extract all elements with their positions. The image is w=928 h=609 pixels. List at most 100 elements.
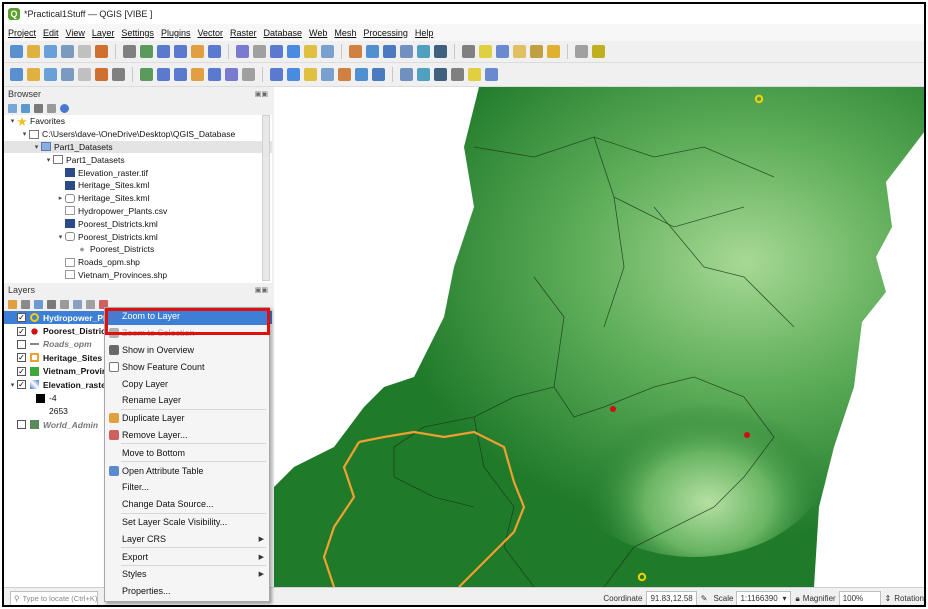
info-icon[interactable] xyxy=(60,103,69,113)
zoom-next-icon[interactable] xyxy=(287,45,300,58)
edit-icon[interactable] xyxy=(27,68,40,81)
label-change-icon[interactable] xyxy=(400,68,413,81)
expand-arrow-icon[interactable]: ▾ xyxy=(44,156,53,164)
copy-icon[interactable] xyxy=(225,68,238,81)
node-icon[interactable] xyxy=(174,68,187,81)
new-project-icon[interactable] xyxy=(10,45,23,58)
label-icon[interactable] xyxy=(592,45,605,58)
coordinate-field[interactable]: 91.83,12.58 xyxy=(646,591,697,605)
menu-layer[interactable]: Layer xyxy=(92,28,115,38)
label-show-icon[interactable] xyxy=(321,68,334,81)
menu-item-layer-crs[interactable]: Layer CRS ▶ xyxy=(105,530,269,547)
new-map-view-icon[interactable] xyxy=(304,45,317,58)
menu-item-remove-layer[interactable]: Remove Layer... xyxy=(105,427,269,444)
measure-icon[interactable] xyxy=(462,45,475,58)
layer-visibility-checkbox[interactable]: ✓ xyxy=(17,380,26,390)
browser-item[interactable]: ▾ Part1_Datasets xyxy=(4,140,272,154)
layer-visibility-checkbox[interactable] xyxy=(17,420,26,430)
menu-item-styles[interactable]: Styles ▶ xyxy=(105,566,269,583)
browser-item[interactable]: Poorest_Districts.kml xyxy=(4,217,272,230)
label-hide-icon[interactable] xyxy=(434,68,447,81)
layer-visibility-checkbox[interactable]: ✓ xyxy=(17,353,26,363)
label-pin2-icon[interactable] xyxy=(417,68,430,81)
collapse-all-layers-icon[interactable] xyxy=(86,299,95,309)
menu-item-show-feature-count[interactable]: Show Feature Count xyxy=(105,358,269,375)
poorest-district-marker[interactable] xyxy=(744,432,750,438)
menu-database[interactable]: Database xyxy=(264,28,303,38)
new-layer-icon[interactable] xyxy=(44,68,57,81)
expand-arrow-icon[interactable]: ▾ xyxy=(32,143,41,151)
save-project-icon[interactable] xyxy=(44,45,57,58)
menu-edit[interactable]: Edit xyxy=(43,28,59,38)
expand-arrow-icon[interactable]: ▾ xyxy=(20,130,29,138)
open-project-icon[interactable] xyxy=(27,45,40,58)
menu-item-rename-layer[interactable]: Rename Layer xyxy=(105,392,269,409)
layer-visibility-checkbox[interactable]: ✓ xyxy=(17,326,26,336)
menu-item-zoom-to-layer[interactable]: Zoom to Layer xyxy=(105,308,269,325)
menu-settings[interactable]: Settings xyxy=(121,28,154,38)
zoom-native-icon[interactable] xyxy=(253,45,266,58)
menu-item-show-in-overview[interactable]: Show in Overview xyxy=(105,342,269,359)
zoom-in-icon[interactable] xyxy=(157,45,170,58)
zoom-full-icon[interactable] xyxy=(191,45,204,58)
layer-select-icon[interactable] xyxy=(547,45,560,58)
menu-view[interactable]: View xyxy=(66,28,85,38)
menu-item-duplicate-layer[interactable]: Duplicate Layer xyxy=(105,410,269,427)
scale-field[interactable]: 1:1166390 ▾ xyxy=(736,591,791,605)
panel-float-close-icon[interactable]: ▣▣ xyxy=(255,90,272,98)
pencil-icon[interactable] xyxy=(61,68,74,81)
layers-panel-float-close-icon[interactable]: ▣▣ xyxy=(255,286,272,294)
browser-item[interactable]: Heritage_Sites.kml xyxy=(4,179,272,192)
expand-arrow-icon[interactable]: ▾ xyxy=(8,117,17,125)
magnifier-field[interactable]: 100% xyxy=(838,591,881,605)
menu-mesh[interactable]: Mesh xyxy=(334,28,356,38)
menu-vector[interactable]: Vector xyxy=(197,28,223,38)
menu-processing[interactable]: Processing xyxy=(363,28,408,38)
expand-arrow-icon[interactable]: ▾ xyxy=(8,381,17,389)
menu-item-move-to-bottom[interactable]: Move to Bottom xyxy=(105,444,269,461)
filter-icon[interactable] xyxy=(34,103,43,113)
save-edits-icon[interactable] xyxy=(78,68,91,81)
manage-themes-icon[interactable] xyxy=(34,299,43,309)
menu-item-export[interactable]: Export ▶ xyxy=(105,548,269,565)
menu-item-filter[interactable]: Filter... xyxy=(105,479,269,496)
menu-item-properties[interactable]: Properties... xyxy=(105,583,269,600)
pan-icon[interactable] xyxy=(123,45,136,58)
filter-expression-icon[interactable] xyxy=(60,299,69,309)
layer-visibility-checkbox[interactable]: ✓ xyxy=(17,313,26,323)
menu-item-open-attribute-table[interactable]: Open Attribute Table xyxy=(105,462,269,479)
lock-icon[interactable]: 🔒︎ xyxy=(796,594,800,604)
expand-arrow-icon[interactable]: ▾ xyxy=(56,233,65,241)
browser-item[interactable]: Hydropower_Plants.csv xyxy=(4,205,272,218)
add-line-icon[interactable] xyxy=(157,68,170,81)
map-canvas[interactable] xyxy=(274,87,924,587)
plugin-icon[interactable] xyxy=(451,68,464,81)
python-icon[interactable] xyxy=(468,68,481,81)
refresh-icon[interactable] xyxy=(21,103,30,113)
label-pin-icon[interactable] xyxy=(304,68,317,81)
text-icon[interactable] xyxy=(513,45,526,58)
style-icon[interactable] xyxy=(95,68,108,81)
settings-icon[interactable] xyxy=(417,45,430,58)
browser-item[interactable]: ▾ Part1_Datasets xyxy=(4,153,272,166)
annotation-icon[interactable] xyxy=(479,45,492,58)
refresh-icon[interactable] xyxy=(366,45,379,58)
browser-item[interactable]: ▸ Heritage_Sites.kml xyxy=(4,192,272,205)
menu-item-set-layer-scale-visibility[interactable]: Set Layer Scale Visibility... xyxy=(105,514,269,531)
diagram-icon[interactable] xyxy=(355,68,368,81)
undo-icon[interactable] xyxy=(270,68,283,81)
filter-legend-icon[interactable] xyxy=(47,299,56,309)
menu-help[interactable]: Help xyxy=(415,28,434,38)
browser-scrollbar[interactable] xyxy=(262,115,270,281)
zoom-to-layer-icon[interactable] xyxy=(236,45,249,58)
pan-to-selection-icon[interactable] xyxy=(140,45,153,58)
style-manager-icon[interactable] xyxy=(95,45,108,58)
delete-icon[interactable] xyxy=(191,68,204,81)
label-rotate-icon[interactable] xyxy=(372,68,385,81)
vertex-icon[interactable] xyxy=(140,68,153,81)
menu-project[interactable]: Project xyxy=(8,28,36,38)
deselect-icon[interactable] xyxy=(530,45,543,58)
zoom-last-icon[interactable] xyxy=(270,45,283,58)
label-move-icon[interactable] xyxy=(338,68,351,81)
layer-visibility-checkbox[interactable] xyxy=(17,339,26,349)
